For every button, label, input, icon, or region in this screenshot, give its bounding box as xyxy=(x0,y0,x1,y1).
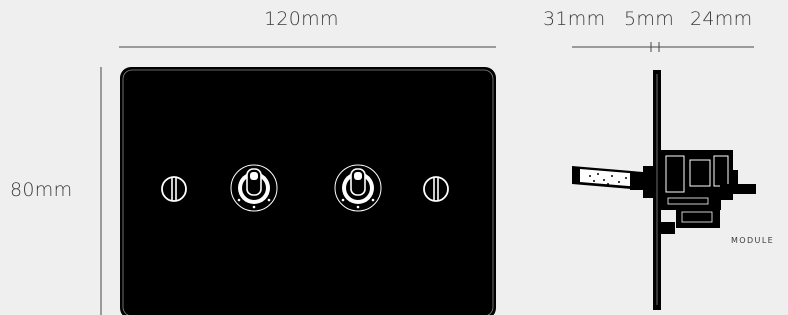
toggle-switch-icon xyxy=(334,164,382,212)
depth-dimension-line xyxy=(572,42,754,52)
screw-icon xyxy=(423,176,449,202)
side-module xyxy=(661,150,756,234)
screw-icon xyxy=(161,176,187,202)
toggle-switch-icon xyxy=(230,164,278,212)
switch-diagram xyxy=(100,42,756,315)
side-view xyxy=(572,70,756,310)
side-lever xyxy=(572,166,653,198)
